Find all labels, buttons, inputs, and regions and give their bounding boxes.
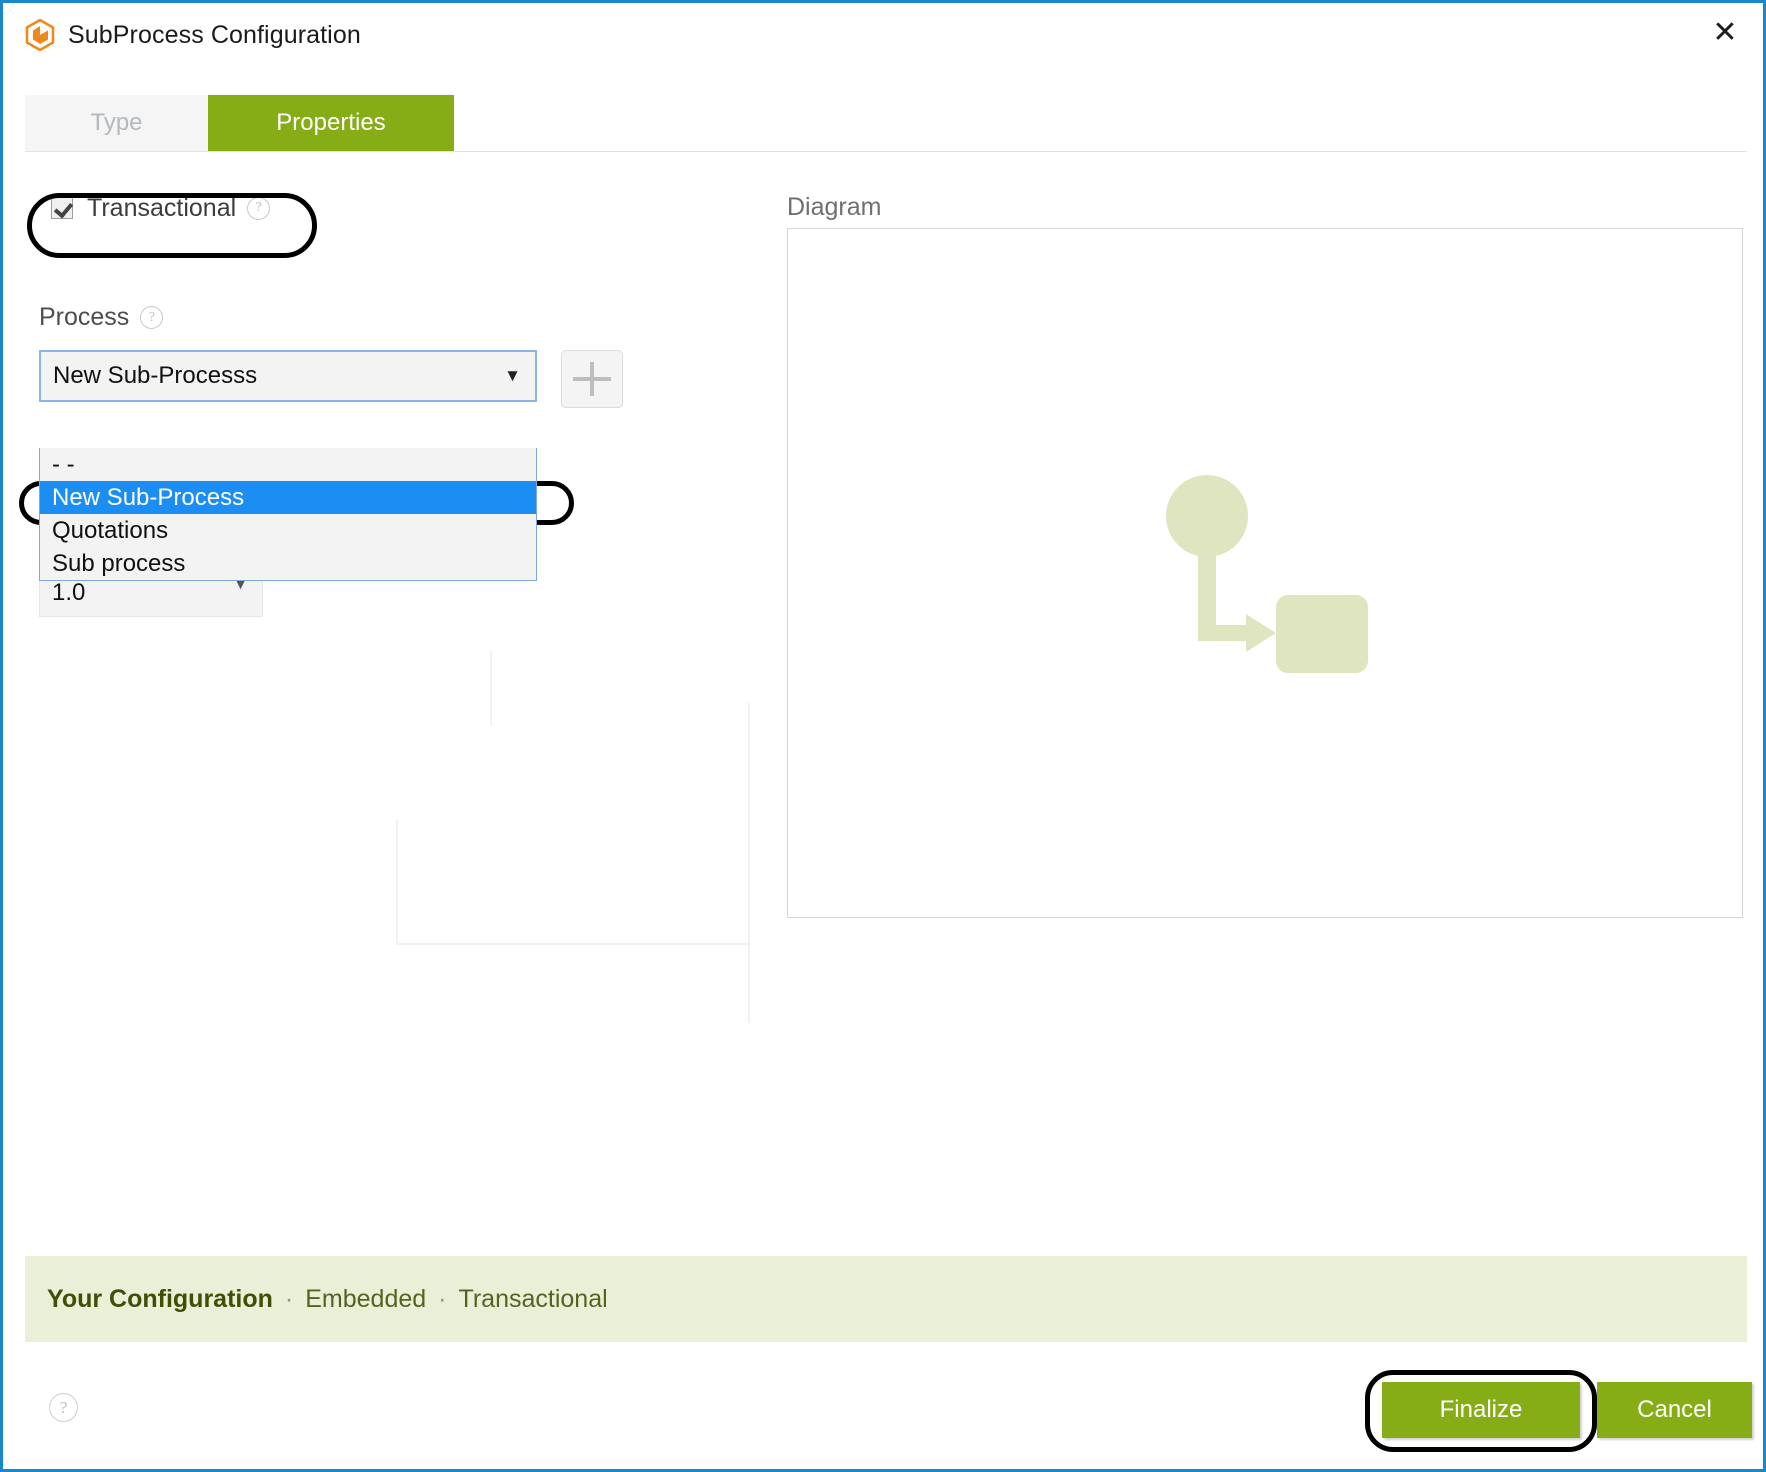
summary-separator-2: · [438, 1284, 447, 1313]
close-icon[interactable]: ✕ [1701, 11, 1749, 55]
transactional-row: Transactional ? [51, 188, 659, 228]
process-select[interactable]: New Sub-Processs ▼ [39, 350, 537, 402]
diagram-label: Diagram [787, 193, 882, 221]
summary-separator-1: · [284, 1284, 294, 1313]
artifact-line-1 [490, 651, 492, 726]
sequence-flow-arrow [1198, 553, 1276, 652]
option-new-sub-process[interactable]: New Sub-Process [40, 481, 536, 514]
tab-divider [25, 151, 1747, 152]
transactional-checkbox[interactable] [51, 197, 73, 219]
process-help-icon[interactable]: ? [140, 306, 164, 329]
tab-type[interactable]: Type [25, 95, 208, 151]
window-title: SubProcess Configuration [68, 20, 361, 49]
task-rounded-rectangle [1276, 595, 1368, 673]
summary-item-transactional: Transactional [458, 1284, 608, 1313]
subprocess-configuration-dialog: SubProcess Configuration ✕ Type Properti… [0, 0, 1766, 1472]
diagram-placeholder-art [1166, 475, 1368, 673]
option-sub-process[interactable]: Sub process [40, 547, 536, 580]
cancel-button[interactable]: Cancel [1597, 1382, 1752, 1438]
process-field-label-row: Process ? [39, 303, 659, 332]
artifact-line-2 [396, 820, 398, 945]
process-select-value: New Sub-Processs [53, 362, 258, 389]
chevron-down-icon: ▼ [504, 366, 521, 385]
summary-item-embedded: Embedded [305, 1284, 427, 1313]
tab-properties[interactable]: Properties [208, 95, 454, 151]
process-select-row: New Sub-Processs ▼ [39, 350, 659, 408]
process-label: Process [39, 303, 130, 331]
properties-form: Transactional ? Process ? New Sub-Proces… [39, 188, 659, 408]
start-event-circle [1166, 475, 1248, 557]
transactional-help-icon[interactable]: ? [247, 196, 271, 220]
option-quotations[interactable]: Quotations [40, 514, 536, 547]
diagram-preview-panel [787, 228, 1743, 918]
tab-bar: Type Properties [25, 95, 454, 151]
title-bar: SubProcess Configuration ✕ [3, 3, 1763, 67]
add-process-button[interactable] [561, 350, 623, 408]
dialog-help-icon[interactable]: ? [49, 1393, 78, 1422]
summary-title: Your Configuration [47, 1284, 273, 1313]
bonita-hexagon-icon [25, 19, 55, 51]
artifact-line-3 [748, 703, 750, 1023]
option-empty[interactable]: - - [40, 448, 536, 481]
artifact-line-4 [396, 943, 749, 945]
configuration-summary-bar: Your Configuration · Embedded · Transact… [25, 1256, 1747, 1342]
finalize-button[interactable]: Finalize [1382, 1382, 1580, 1438]
process-version-value: 1.0 [52, 579, 86, 606]
transactional-label: Transactional [87, 193, 237, 222]
process-select-options: - - New Sub-Process Quotations Sub proce… [39, 448, 537, 581]
